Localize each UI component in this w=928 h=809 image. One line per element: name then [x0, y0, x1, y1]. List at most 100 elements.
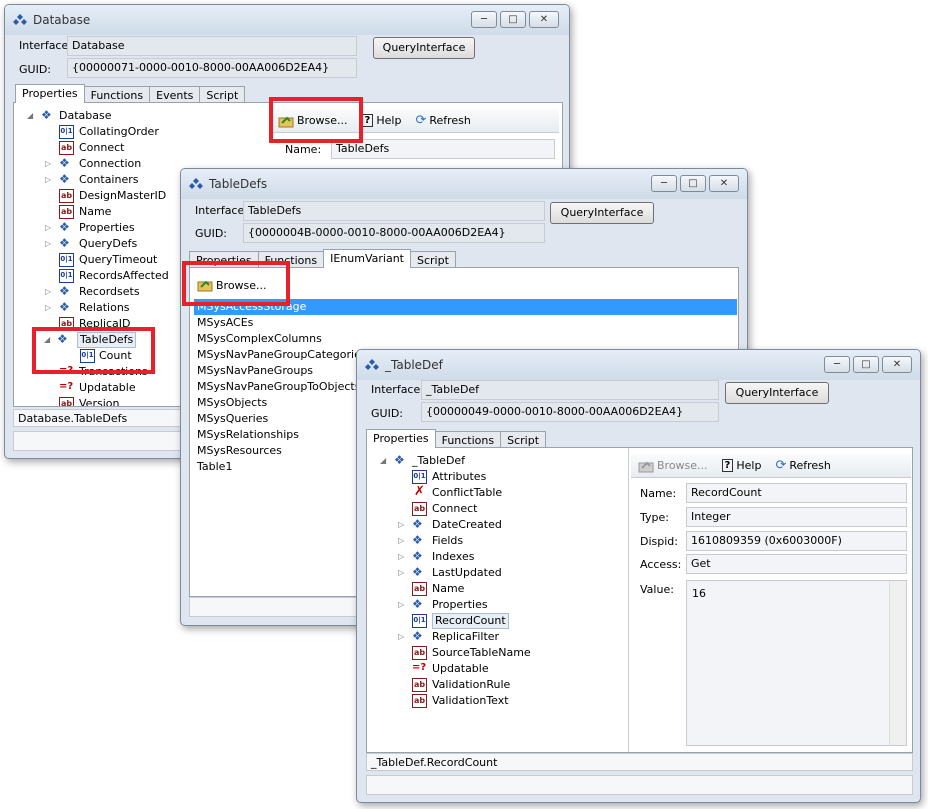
object-icon: ❖ [59, 156, 70, 170]
tab-events[interactable]: Events [149, 86, 201, 103]
tab-properties[interactable]: Properties [15, 84, 85, 103]
text-icon: ab [59, 189, 74, 203]
dispid-field: 1610809359 (0x6003000F) [686, 531, 907, 551]
minimize-button[interactable]: ─ [824, 356, 850, 373]
tree-item-label: Relations [79, 301, 130, 314]
tree-item[interactable]: ab SourceTableName [370, 645, 626, 661]
tree-item[interactable]: ▷ ❖ Indexes [370, 549, 626, 565]
maximize-button[interactable]: □ [853, 356, 879, 373]
tab-functions[interactable]: Functions [83, 86, 151, 103]
close-button[interactable]: ✕ [882, 356, 912, 373]
value-scrollbar[interactable] [889, 581, 906, 745]
tab-functions[interactable]: Functions [434, 431, 502, 448]
tree-item[interactable]: ab Connect [17, 140, 262, 156]
browse-button[interactable]: Browse... [635, 458, 711, 474]
title-bar[interactable]: Database ─ □ ✕ [5, 5, 569, 35]
close-button[interactable]: ✕ [709, 175, 739, 192]
refresh-label: Refresh [429, 114, 471, 127]
expand-icon[interactable]: ▷ [45, 300, 51, 316]
object-icon: ❖ [41, 108, 52, 122]
name-label: Name: [640, 487, 677, 500]
tree-item[interactable]: ab Name [370, 581, 626, 597]
minimize-button[interactable]: ─ [651, 175, 677, 192]
expand-icon[interactable]: ▷ [45, 236, 51, 252]
tree-item-label: DateCreated [432, 518, 502, 531]
guid-field: {00000049-0000-0010-8000-00AA006D2EA4} [421, 402, 719, 422]
maximize-button[interactable]: □ [500, 11, 526, 28]
object-icon: ❖ [412, 597, 423, 611]
tree-root[interactable]: ◢ ❖ _TableDef [370, 453, 626, 469]
title-bar[interactable]: TableDefs ─ □ ✕ [181, 169, 747, 199]
tree-item-label: DesignMasterID [79, 189, 167, 202]
title-bar[interactable]: _TableDef ─ □ ✕ [357, 350, 920, 380]
list-item[interactable]: MSysACEs [194, 315, 737, 331]
query-interface-button[interactable]: QueryInterface [373, 37, 475, 59]
tree-item-label: ValidationRule [432, 678, 511, 691]
number-icon: 0|1 [412, 614, 427, 628]
tree-item[interactable]: =? Updatable [370, 661, 626, 677]
text-icon: ab [412, 582, 427, 596]
expand-icon[interactable]: ▷ [398, 517, 404, 533]
window-title: _TableDef [385, 358, 443, 372]
text-icon: ab [412, 646, 427, 660]
tree-item-label: Attributes [432, 470, 487, 483]
collapse-icon[interactable]: ◢ [27, 108, 33, 124]
property-tree[interactable]: ◢ ❖ _TableDef 0|1 Attributes ✗ ConflictTabl… [370, 453, 626, 751]
tree-item-label: Indexes [432, 550, 475, 563]
refresh-button[interactable]: ⟳ Refresh [412, 112, 473, 129]
tree-item-label: Containers [79, 173, 139, 186]
tree-item[interactable]: ▷ ❖ Fields [370, 533, 626, 549]
tree-item[interactable]: ▷ ❖ LastUpdated [370, 565, 626, 581]
query-interface-button[interactable]: QueryInterface [725, 382, 829, 404]
tab-script[interactable]: Script [500, 431, 547, 448]
interface-label: Interface: [19, 39, 72, 52]
refresh-button[interactable]: ⟳ Refresh [772, 457, 833, 474]
expand-icon[interactable]: ▷ [398, 629, 404, 645]
interface-field: TableDefs [243, 201, 545, 221]
tree-item-label: Version [79, 397, 120, 406]
expand-icon[interactable]: ▷ [45, 220, 51, 236]
tree-item[interactable]: ▷ ❖ Properties [370, 597, 626, 613]
tree-item[interactable]: ab Connect [370, 501, 626, 517]
tab-script[interactable]: Script [199, 86, 246, 103]
refresh-label: Refresh [789, 459, 831, 472]
tree-root[interactable]: ◢ ❖ Database [17, 108, 262, 124]
tree-root-label: _TableDef [412, 454, 466, 467]
tab-properties[interactable]: Properties [366, 429, 436, 448]
tree-item-label: Name [432, 582, 465, 595]
tab-script[interactable]: Script [410, 251, 456, 268]
tree-item[interactable]: 0|1 Attributes [370, 469, 626, 485]
tree-item[interactable]: 0|1 CollatingOrder [17, 124, 262, 140]
query-interface-button[interactable]: QueryInterface [550, 202, 654, 224]
tab-ienumvariant[interactable]: IEnumVariant [323, 249, 411, 268]
interface-field: _TableDef [421, 380, 719, 400]
tree-item[interactable]: ✗ ConflictTable [370, 485, 626, 501]
tree-item[interactable]: ▷ ❖ ReplicaFilter [370, 629, 626, 645]
tree-item[interactable]: ▷ ❖ DateCreated [370, 517, 626, 533]
maximize-button[interactable]: □ [680, 175, 706, 192]
help-button[interactable]: ? Help [359, 113, 405, 128]
expand-icon[interactable]: ▷ [45, 284, 51, 300]
tree-item-label: Name [79, 205, 112, 218]
collapse-icon[interactable]: ◢ [380, 453, 386, 469]
expand-icon[interactable]: ▷ [398, 533, 404, 549]
value-textarea[interactable]: 16 [686, 580, 907, 746]
tree-item[interactable]: ab ValidationText [370, 693, 626, 709]
close-button[interactable]: ✕ [529, 11, 559, 28]
tree-item-label: LastUpdated [432, 566, 502, 579]
expand-icon[interactable]: ▷ [398, 565, 404, 581]
tree-item-label: RecordCount [432, 613, 509, 629]
expand-icon[interactable]: ▷ [398, 549, 404, 565]
tree-item[interactable]: 0|1 RecordCount [370, 613, 626, 629]
object-icon: ❖ [59, 284, 70, 298]
help-button[interactable]: ? Help [719, 458, 765, 473]
tree-item-label: SourceTableName [432, 646, 531, 659]
tree-item[interactable]: ab ValidationRule [370, 677, 626, 693]
expand-icon[interactable]: ▷ [398, 597, 404, 613]
minimize-button[interactable]: ─ [471, 11, 497, 28]
list-item[interactable]: MSysComplexColumns [194, 331, 737, 347]
expand-icon[interactable]: ▷ [45, 172, 51, 188]
tree-item-label: Connect [79, 141, 125, 154]
status-bar-bottom [366, 775, 913, 795]
expand-icon[interactable]: ▷ [45, 156, 51, 172]
